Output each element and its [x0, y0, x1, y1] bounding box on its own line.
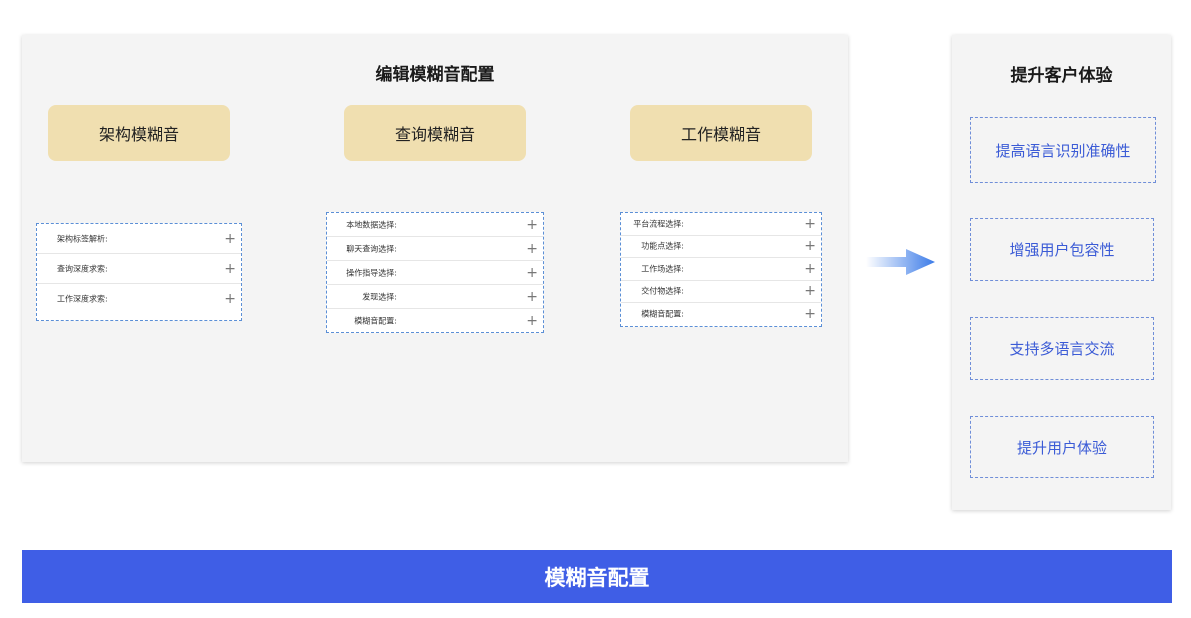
list-item: 工作场选择: + [621, 258, 821, 281]
add-icon[interactable]: + [526, 290, 538, 304]
add-icon[interactable]: + [526, 314, 538, 328]
query-option-list: 本地数据选择: + 聊天查询选择: + 操作指导选择: + 发现选择: + 模糊… [326, 212, 544, 333]
option-label: 工作深度求索: [57, 294, 108, 303]
add-icon[interactable]: + [804, 239, 816, 253]
list-item: 发现选择: + [327, 285, 543, 309]
footer-banner: 模糊音配置 [22, 550, 1172, 603]
list-item: 本地数据选择: + [327, 213, 543, 237]
option-label: 查询深度求索: [57, 264, 108, 273]
list-item: 模糊音配置: + [621, 303, 821, 325]
option-label: 模糊音配置: [641, 309, 684, 319]
architecture-option-list: 架构标签解析: + 查询深度求索: + 工作深度求索: + [36, 223, 242, 321]
add-icon[interactable]: + [526, 218, 538, 232]
option-label: 架构标签解析: [57, 234, 108, 243]
option-label: 平台流程选择: [633, 219, 684, 229]
add-icon[interactable]: + [804, 307, 816, 321]
list-item: 交付物选择: + [621, 281, 821, 303]
list-item: 工作深度求索: + [37, 284, 241, 313]
flow-arrow-icon [866, 249, 935, 275]
category-work[interactable]: 工作模糊音 [630, 105, 812, 161]
work-option-list: 平台流程选择: + 功能点选择: + 工作场选择: + 交付物选择: + 模糊音… [620, 212, 822, 327]
editor-panel: 编辑模糊音配置 架构模糊音 查询模糊音 工作模糊音 架构标签解析: + 查询深度… [22, 35, 848, 462]
add-icon[interactable]: + [526, 266, 538, 280]
list-item: 平台流程选择: + [621, 213, 821, 236]
add-icon[interactable]: + [224, 262, 236, 276]
benefit-item: 提高语言识别准确性 [970, 117, 1156, 183]
list-item: 架构标签解析: + [37, 224, 241, 254]
add-icon[interactable]: + [804, 284, 816, 298]
category-architecture[interactable]: 架构模糊音 [48, 105, 230, 161]
benefit-item: 增强用户包容性 [970, 218, 1154, 281]
option-label: 交付物选择: [641, 286, 684, 296]
list-item: 聊天查询选择: + [327, 237, 543, 261]
benefits-panel: 提升客户体验 提高语言识别准确性 增强用户包容性 支持多语言交流 提升用户体验 [952, 35, 1171, 510]
option-label: 发现选择: [362, 292, 397, 301]
add-icon[interactable]: + [804, 217, 816, 231]
list-item: 模糊音配置: + [327, 309, 543, 332]
list-item: 操作指导选择: + [327, 261, 543, 285]
list-item: 查询深度求索: + [37, 254, 241, 284]
list-item: 功能点选择: + [621, 236, 821, 258]
add-icon[interactable]: + [526, 242, 538, 256]
option-label: 模糊音配置: [354, 316, 397, 325]
option-label: 工作场选择: [641, 264, 684, 274]
option-label: 操作指导选择: [346, 268, 397, 277]
editor-title: 编辑模糊音配置 [375, 65, 495, 85]
add-icon[interactable]: + [804, 262, 816, 276]
category-query[interactable]: 查询模糊音 [344, 105, 526, 161]
benefit-item: 提升用户体验 [970, 416, 1154, 478]
option-label: 聊天查询选择: [346, 244, 397, 253]
option-label: 功能点选择: [641, 241, 684, 251]
add-icon[interactable]: + [224, 292, 236, 306]
benefit-item: 支持多语言交流 [970, 317, 1154, 380]
option-label: 本地数据选择: [346, 220, 397, 229]
add-icon[interactable]: + [224, 232, 236, 246]
benefits-title: 提升客户体验 [1010, 66, 1113, 86]
